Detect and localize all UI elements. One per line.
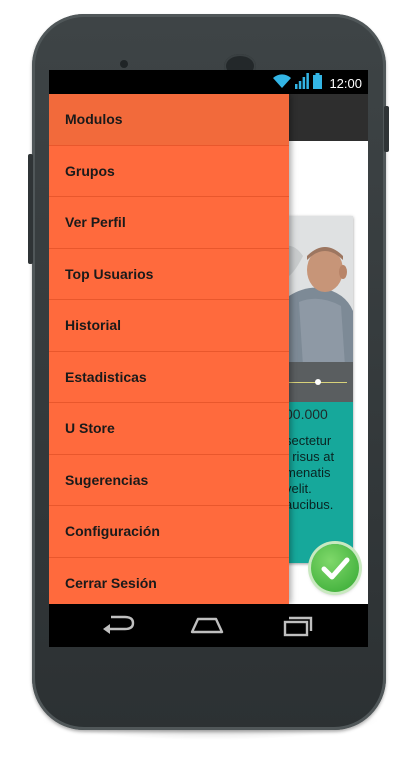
product-card[interactable]: 00.000 sectetur , risus at menatis velit… — [285, 216, 353, 563]
home-button[interactable] — [187, 614, 227, 638]
drawer-item-modulos[interactable]: Modulos — [49, 94, 289, 146]
drawer-item-label: Configuración — [65, 523, 160, 540]
drawer-item-u-store[interactable]: U Store — [49, 403, 289, 455]
navigation-drawer: Modulos Grupos Ver Perfil Top Usuarios H… — [49, 94, 289, 604]
screen: 12:00 00.000 sectetur , risus at menatis… — [49, 70, 368, 647]
price-text: 00.000 — [285, 406, 328, 422]
card-text-line: sectetur — [285, 433, 332, 448]
card-text-line: menatis — [285, 465, 331, 480]
recent-apps-button[interactable] — [275, 614, 315, 638]
status-clock: 12:00 — [329, 76, 362, 91]
drawer-item-sugerencias[interactable]: Sugerencias — [49, 455, 289, 506]
recent-apps-icon — [283, 616, 313, 637]
drawer-item-grupos[interactable]: Grupos — [49, 146, 289, 197]
drawer-item-label: Grupos — [65, 162, 115, 179]
drawer-item-ver-perfil[interactable]: Ver Perfil — [49, 197, 289, 249]
image-slider-bar[interactable] — [285, 362, 353, 402]
drawer-item-top-usuarios[interactable]: Top Usuarios — [49, 249, 289, 300]
volume-button — [28, 154, 33, 264]
home-icon — [190, 617, 224, 634]
drawer-item-label: U Store — [65, 420, 115, 437]
drawer-item-historial[interactable]: Historial — [49, 300, 289, 352]
power-button — [384, 106, 389, 152]
back-button[interactable] — [99, 614, 139, 638]
card-text-line: velit. — [285, 481, 312, 496]
drawer-item-configuracion[interactable]: Configuración — [49, 506, 289, 558]
drawer-item-label: Ver Perfil — [65, 214, 126, 231]
confirm-check-button[interactable] — [311, 544, 359, 592]
slider-knob[interactable] — [315, 379, 321, 385]
drawer-item-cerrar-sesion[interactable]: Cerrar Sesión — [49, 558, 289, 605]
status-bar: 12:00 — [49, 70, 368, 94]
card-description: sectetur , risus at menatis velit. aucib… — [285, 433, 353, 513]
card-price: 00.000 — [285, 406, 353, 432]
wifi-icon — [273, 73, 292, 94]
light-sensor — [120, 60, 128, 68]
drawer-item-label: Estadisticas — [65, 368, 147, 385]
card-text-line: aucibus. — [285, 497, 334, 512]
battery-icon — [313, 73, 323, 94]
drawer-item-label: Historial — [65, 317, 122, 334]
card-photo — [285, 216, 353, 402]
drawer-item-estadisticas[interactable]: Estadisticas — [49, 352, 289, 403]
drawer-item-label: Top Usuarios — [65, 265, 154, 282]
card-text-line: , risus at — [285, 449, 335, 464]
drawer-item-label: Cerrar Sesión — [65, 574, 157, 591]
drawer-item-label: Sugerencias — [65, 471, 149, 488]
drawer-item-label: Modulos — [65, 111, 123, 128]
back-icon — [103, 615, 135, 634]
check-icon — [321, 557, 350, 580]
signal-icon — [295, 73, 310, 94]
system-nav-bar — [49, 604, 368, 647]
